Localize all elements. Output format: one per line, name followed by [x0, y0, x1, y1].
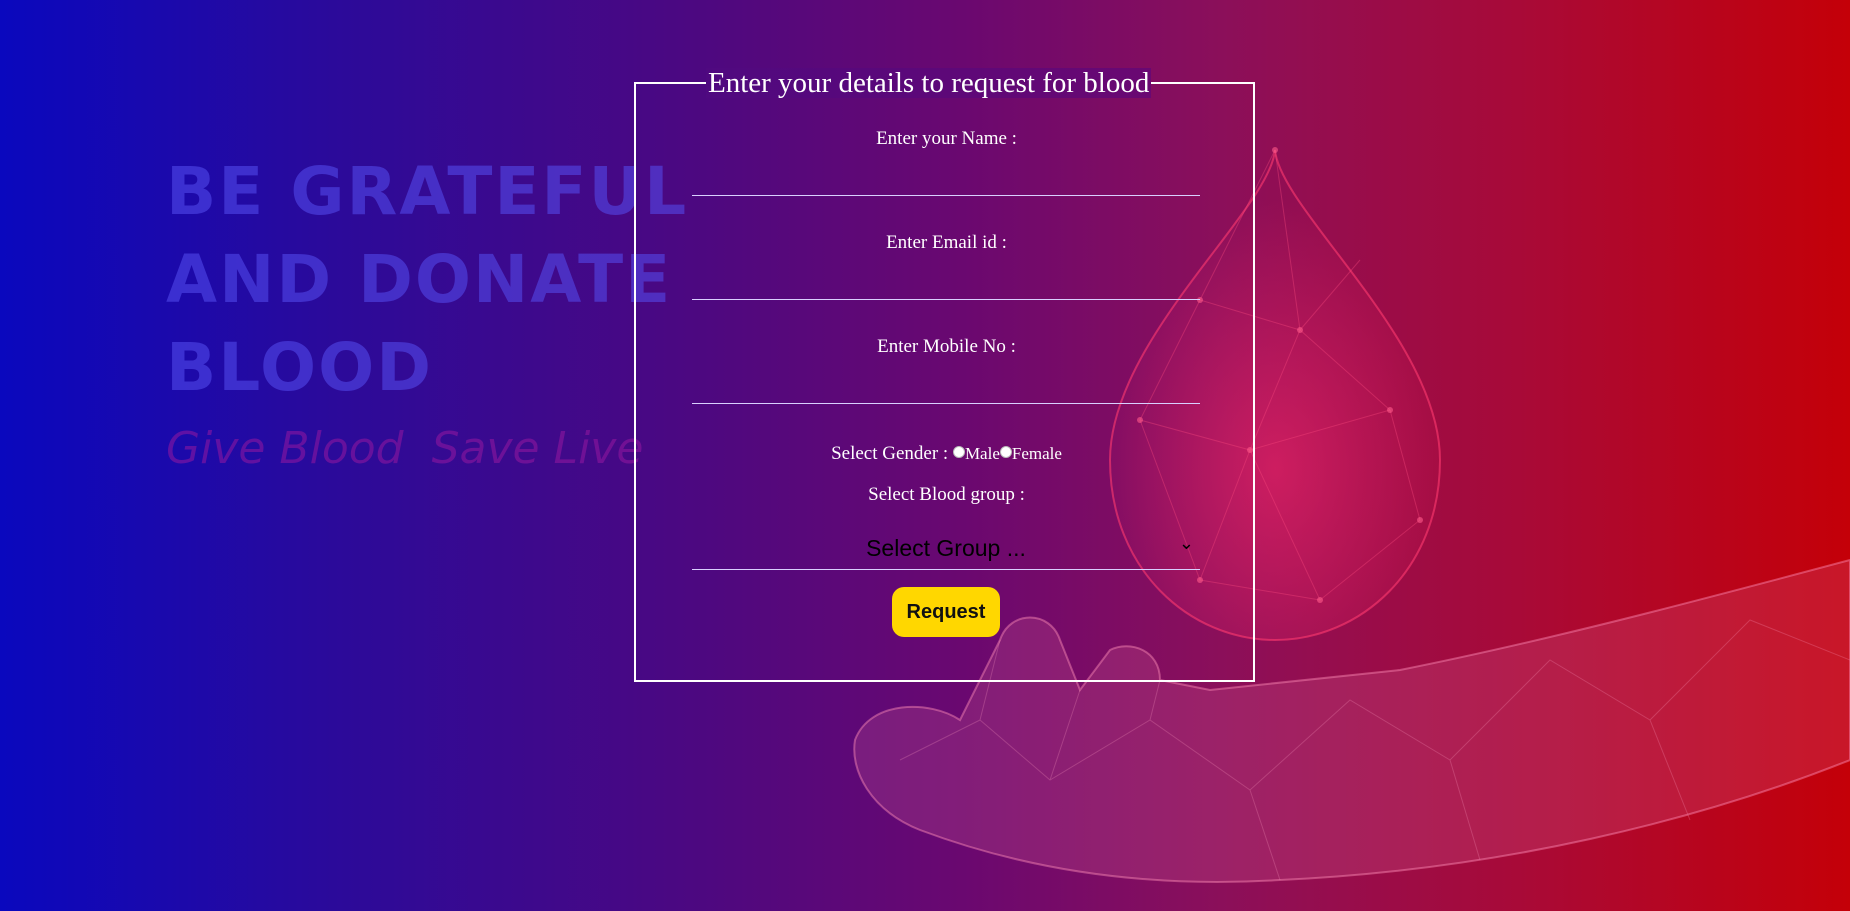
tagline-text: Give Blood Save Live	[166, 423, 644, 474]
name-input[interactable]	[692, 162, 1200, 196]
request-button[interactable]: Request	[892, 587, 1000, 637]
form-legend: Enter your details to request for blood	[706, 67, 1152, 99]
gender-male-label: Male	[964, 444, 1000, 463]
gender-female-radio[interactable]	[999, 446, 1012, 458]
slogan-text: BE GRATEFUL AND DONATE BLOOD	[166, 153, 689, 406]
email-input[interactable]	[692, 266, 1200, 300]
gender-row: Select Gender : Male Female	[636, 443, 1257, 465]
name-label: Enter your Name :	[876, 128, 1017, 149]
blood-group-selected-value: Select Group ...	[866, 535, 1026, 561]
blood-group-label: Select Blood group :	[868, 484, 1025, 505]
gender-label: Select Gender :	[831, 443, 949, 464]
mobile-input[interactable]	[692, 370, 1200, 404]
gender-male-radio[interactable]	[952, 446, 965, 458]
mobile-label: Enter Mobile No :	[877, 336, 1016, 357]
chevron-down-icon: ⌄	[1178, 533, 1194, 553]
request-form: Enter your details to request for blood …	[634, 68, 1257, 682]
email-label: Enter Email id :	[886, 232, 1007, 253]
gender-female-label: Female	[1011, 444, 1062, 463]
blood-group-select[interactable]: Select Group ... ⌄	[692, 524, 1200, 570]
